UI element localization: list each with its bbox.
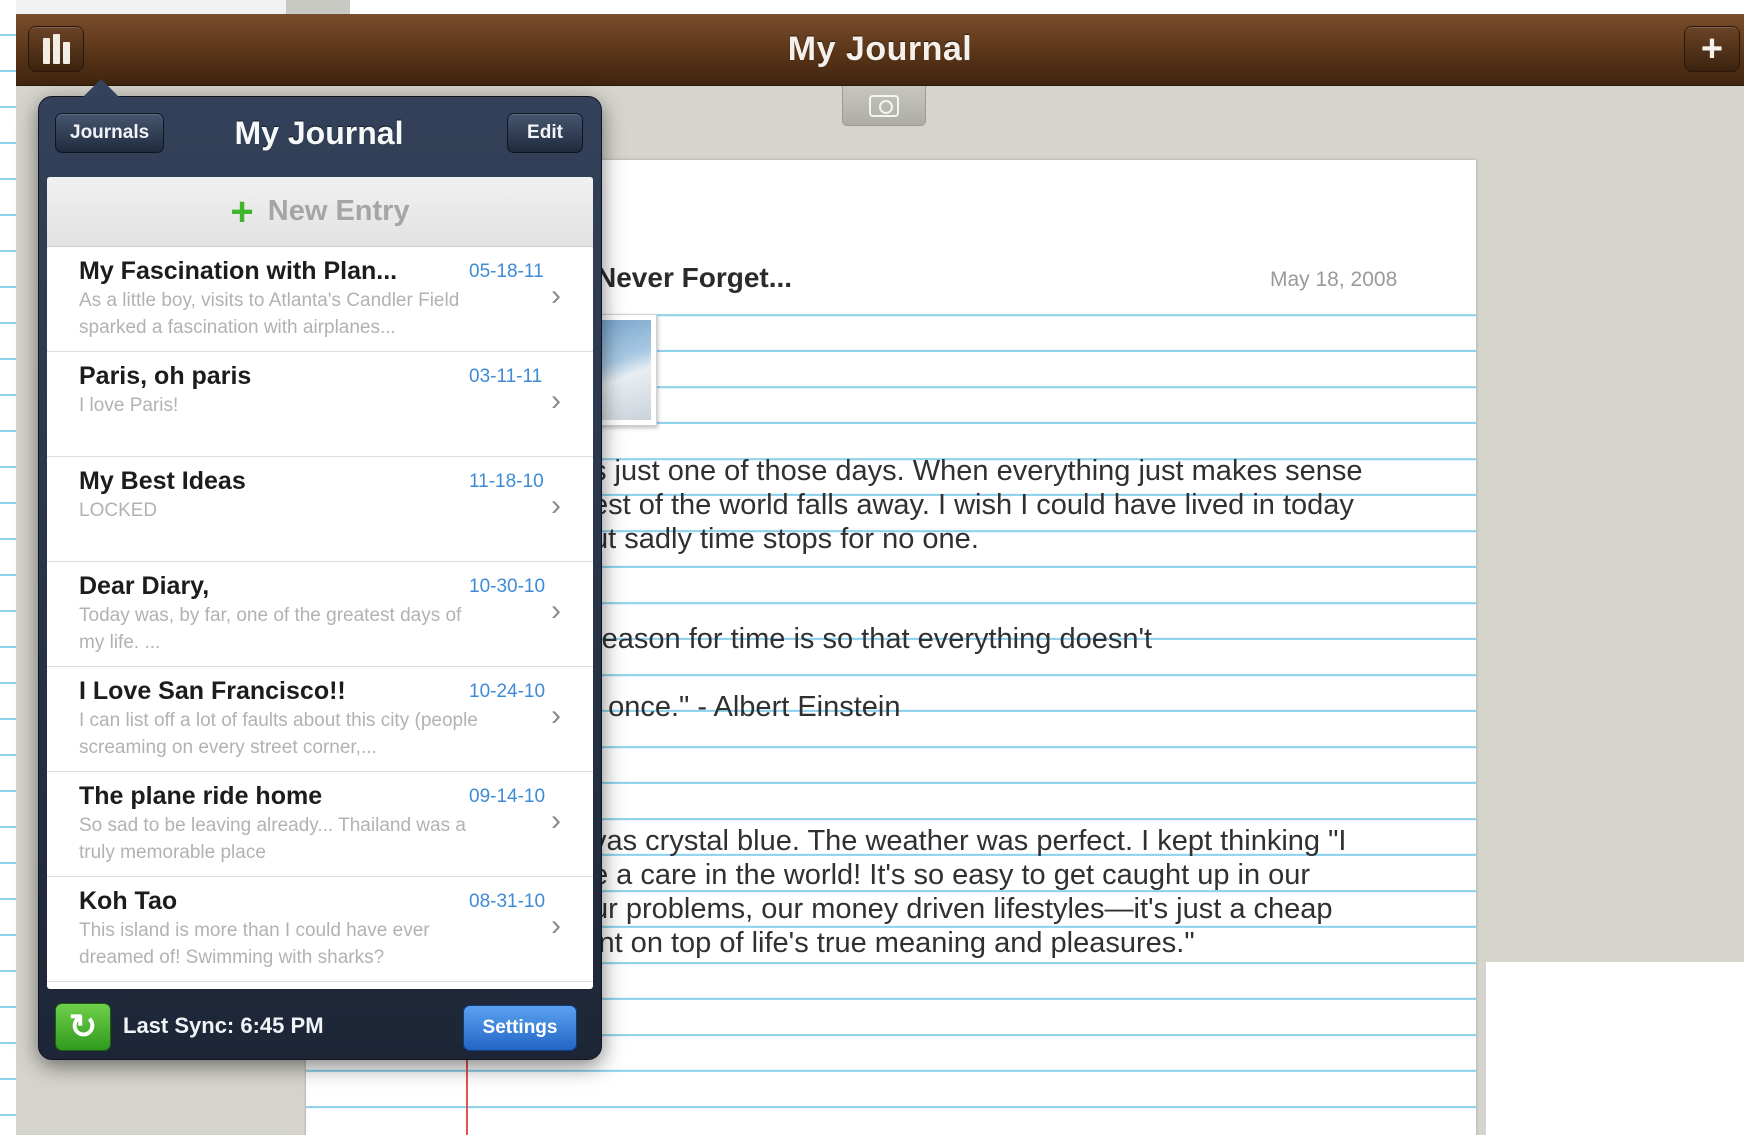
list-item[interactable]: My Best Ideas 11-18-10 LOCKED › xyxy=(47,457,593,562)
entry-item-date: 09-14-10 xyxy=(469,786,546,807)
entry-title: Never Forget... xyxy=(596,262,793,293)
popover-header: Journals My Journal Edit xyxy=(39,97,603,169)
nav-title: My Journal xyxy=(787,30,973,68)
entry-item-date: 03-11-11 xyxy=(469,366,543,387)
entries-list: + New Entry My Fascination with Plan... … xyxy=(47,177,593,989)
last-sync-status: Last Sync: 6:45 PM xyxy=(123,1013,324,1038)
plus-icon: + xyxy=(1700,28,1724,70)
entry-item-date: 10-24-10 xyxy=(469,681,546,702)
chevron-right-icon: › xyxy=(551,699,561,732)
entry-item-preview: I love Paris! xyxy=(79,395,179,416)
popover-title: My Journal xyxy=(234,115,404,151)
list-item[interactable]: I Love San Francisco!! 10-24-10 I can li… xyxy=(47,667,593,772)
list-item[interactable]: My Fascination with Plan... 05-18-11 As … xyxy=(47,247,593,352)
entry-item-title: The plane ride home xyxy=(79,782,323,810)
entry-item-title: Koh Tao xyxy=(79,887,178,915)
entry-item-date: 10-30-10 xyxy=(469,576,546,597)
entry-body-line: int on top of life's true meaning and pl… xyxy=(592,927,1195,959)
new-entry-label: New Entry xyxy=(267,195,410,227)
list-item[interactable]: Koh Tao 08-31-10 This island is more tha… xyxy=(47,877,593,982)
entry-body-line: ur problems, our money driven lifestyles… xyxy=(592,893,1333,925)
entry-item-title: I Love San Francisco!! xyxy=(79,677,346,705)
list-item[interactable]: The plane ride home 09-14-10 So sad to b… xyxy=(47,772,593,877)
chevron-right-icon: › xyxy=(551,804,561,837)
entry-body-line: vas crystal blue. The weather was perfec… xyxy=(592,825,1347,857)
camera-icon xyxy=(869,94,899,117)
background-top-strip xyxy=(16,0,286,14)
sync-button[interactable]: ↻ xyxy=(55,1003,111,1051)
journal-entries-popover: Journals My Journal Edit + New Entry My … xyxy=(38,79,603,1061)
chevron-right-icon: › xyxy=(551,279,561,312)
entry-item-preview: This island is more than I could have ev… xyxy=(79,920,430,968)
blank-overlay-area xyxy=(1486,962,1744,1135)
entry-item-preview: I can list off a lot of faults about thi… xyxy=(79,710,478,758)
entry-date: May 18, 2008 xyxy=(1270,268,1398,291)
entry-item-preview: So sad to be leaving already... Thailand… xyxy=(79,815,466,863)
entry-item-title: Dear Diary, xyxy=(79,572,210,600)
entry-item-title: Paris, oh paris xyxy=(79,362,252,390)
refresh-icon: ↻ xyxy=(68,1008,98,1046)
entry-body-line: reason for time is so that everything do… xyxy=(592,623,1153,655)
entry-item-date: 05-18-11 xyxy=(469,261,544,282)
journals-back-button[interactable]: Journals xyxy=(55,113,165,153)
chevron-right-icon: › xyxy=(551,909,561,942)
navigation-bar: My Journal + xyxy=(16,14,1744,86)
entry-body-line: t once." - Albert Einstein xyxy=(592,691,901,723)
entry-item-title: My Fascination with Plan... xyxy=(79,257,398,285)
chevron-right-icon: › xyxy=(551,489,561,522)
background-lined-paper-strip xyxy=(0,0,16,1135)
entry-body-line: s just one of those days. When everythin… xyxy=(592,455,1363,487)
entry-item-preview: LOCKED xyxy=(79,500,158,521)
chevron-right-icon: › xyxy=(551,594,561,627)
add-icon: + xyxy=(230,189,254,234)
entry-item-preview: Today was, by far, one of the greatest d… xyxy=(79,605,462,653)
settings-button[interactable]: Settings xyxy=(463,1005,577,1051)
new-entry-button[interactable]: + New Entry xyxy=(47,177,593,247)
entry-body-line: ut sadly time stops for no one. xyxy=(592,523,979,555)
entry-item-date: 11-18-10 xyxy=(469,471,544,492)
entry-item-preview: As a little boy, visits to Atlanta's Can… xyxy=(79,290,460,338)
popover-footer: ↻ Last Sync: 6:45 PM Settings xyxy=(39,993,603,1061)
list-item[interactable]: Paris, oh paris 03-11-11 I love Paris! › xyxy=(47,352,593,457)
entry-item-date: 08-31-10 xyxy=(469,891,546,912)
entry-item-title: My Best Ideas xyxy=(79,467,246,495)
add-photo-tab[interactable] xyxy=(842,86,926,126)
list-item[interactable]: Dear Diary, 10-30-10 Today was, by far, … xyxy=(47,562,593,667)
popover-arrow xyxy=(83,79,119,97)
edit-button[interactable]: Edit xyxy=(507,113,583,153)
background-top-divider xyxy=(286,0,350,14)
entry-body-line: e a care in the world! It's so easy to g… xyxy=(592,859,1311,891)
entry-body-line: est of the world falls away. I wish I co… xyxy=(592,489,1354,521)
add-entry-button[interactable]: + xyxy=(1684,26,1740,72)
chevron-right-icon: › xyxy=(551,384,561,417)
